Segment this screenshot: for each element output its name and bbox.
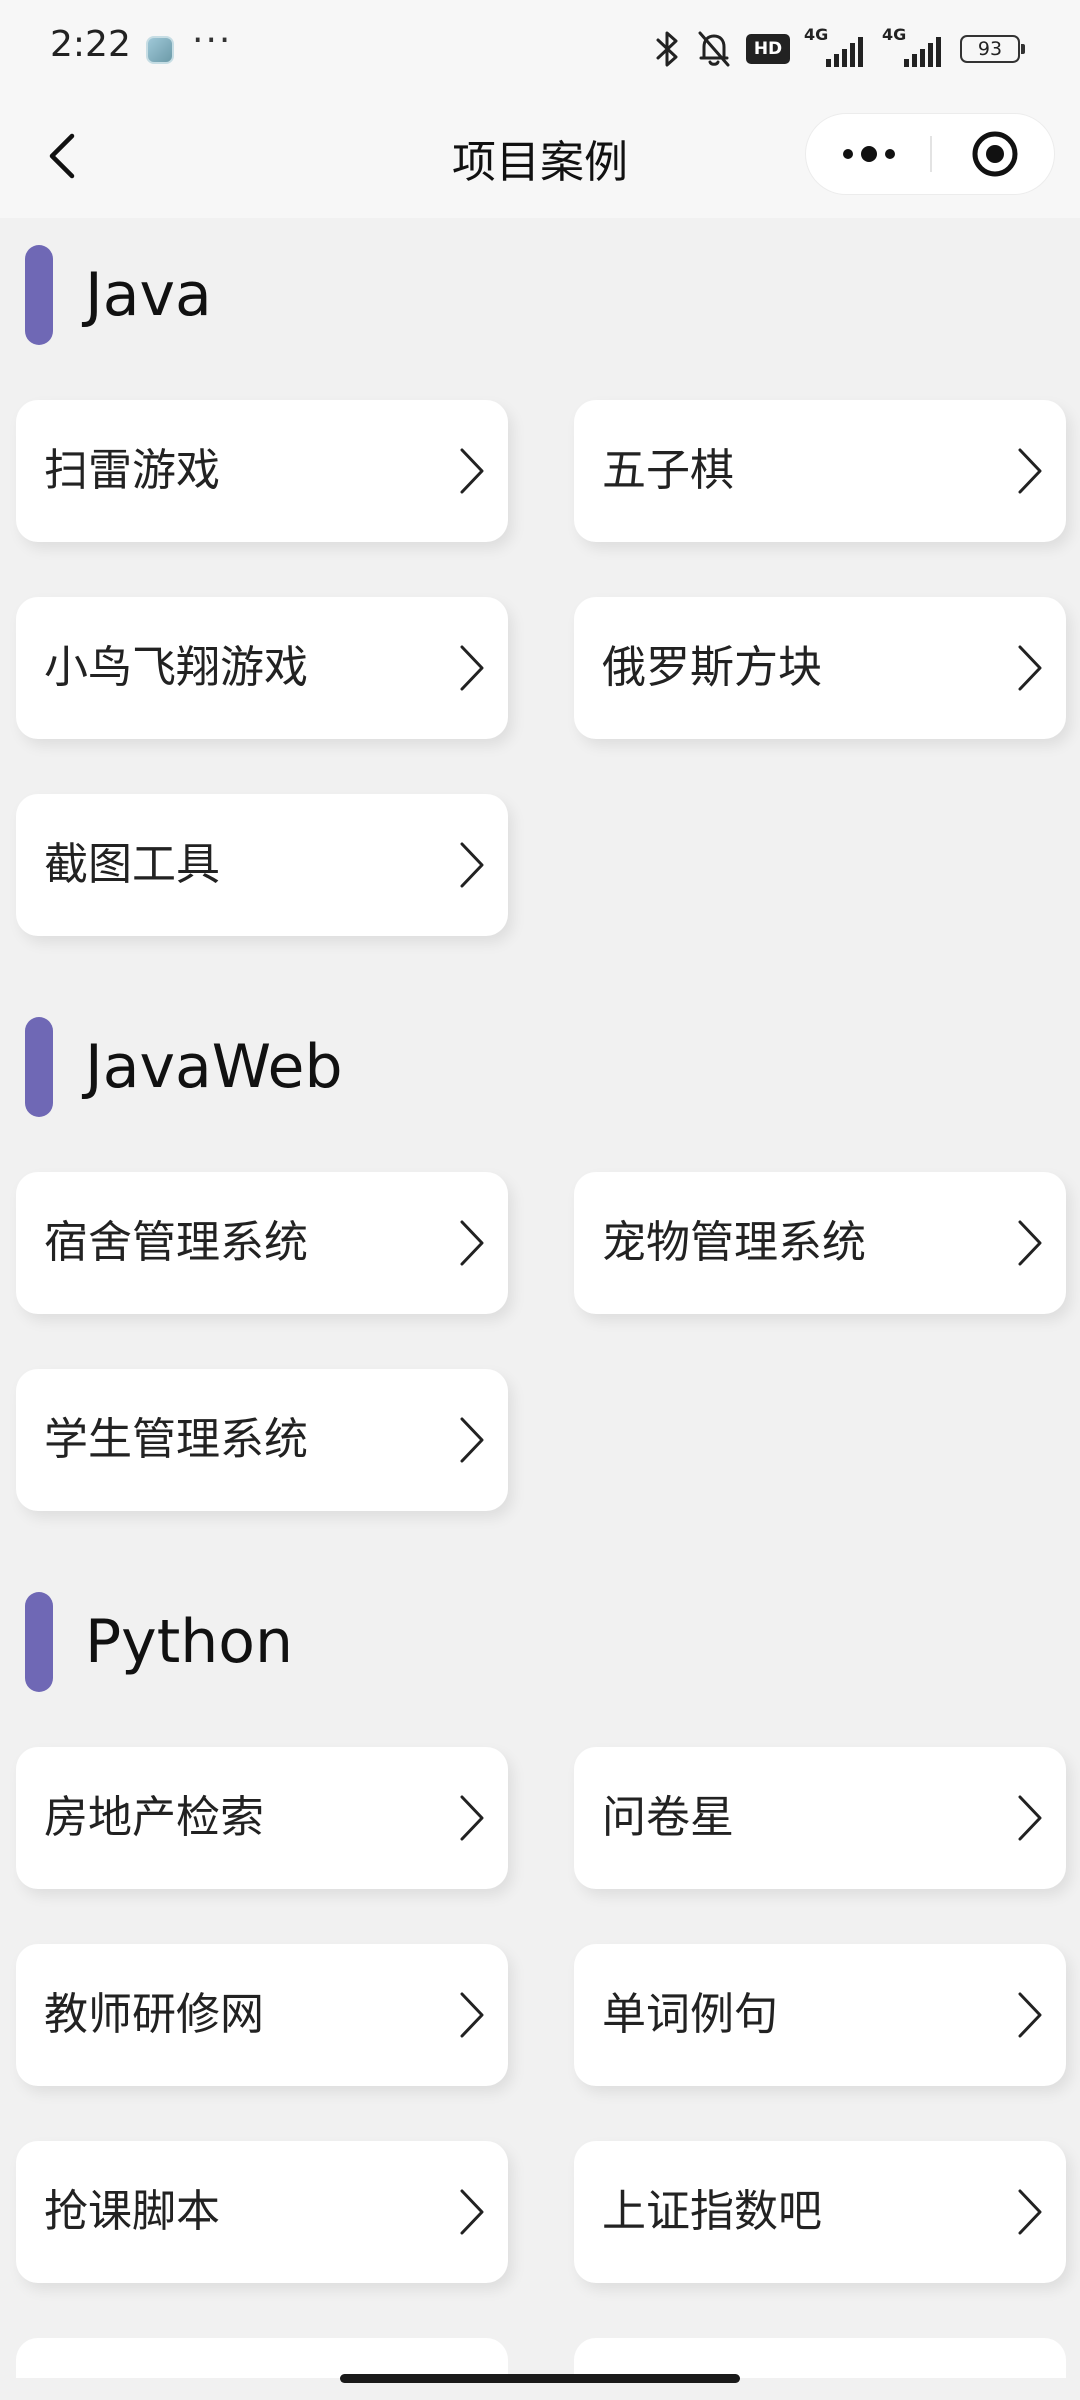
project-card[interactable]: 单词例句 [574, 1944, 1066, 2086]
chevron-right-icon [1018, 1220, 1042, 1266]
chevron-right-icon [460, 448, 484, 494]
project-card[interactable]: 宿舍管理系统 [16, 1172, 508, 1314]
project-card[interactable]: 问卷星 [574, 1747, 1066, 1889]
section-title: JavaWeb [85, 1032, 343, 1102]
project-card-label: 宿舍管理系统 [44, 1217, 308, 1268]
bluetooth-icon [656, 31, 678, 67]
signal-strength-2-icon: 4G [882, 25, 946, 69]
home-indicator[interactable] [340, 2374, 740, 2383]
project-card[interactable]: 五子棋 [574, 400, 1066, 542]
section-header-java: Java [25, 245, 625, 345]
target-circle-icon[interactable] [968, 127, 1022, 181]
chevron-right-icon [460, 1795, 484, 1841]
project-card[interactable]: 截图工具 [16, 794, 508, 936]
project-card[interactable]: 宠物管理系统 [574, 1172, 1066, 1314]
chevron-right-icon [460, 1417, 484, 1463]
battery-icon: 93 [960, 35, 1025, 63]
project-card-label: 上证指数吧 [602, 2186, 822, 2237]
section-accent-bar [25, 1017, 53, 1117]
project-card-label: 问卷星 [602, 1792, 734, 1843]
section-header-javaweb: JavaWeb [25, 1017, 625, 1117]
battery-level: 93 [977, 38, 1003, 60]
chevron-right-icon [460, 1220, 484, 1266]
more-dots-icon[interactable] [836, 114, 902, 194]
section-header-python: Python [25, 1592, 625, 1692]
project-card[interactable]: 抢课脚本 [16, 2141, 508, 2283]
section-title: Python [85, 1607, 293, 1677]
chevron-right-icon [460, 1992, 484, 2038]
status-bar: 2:22 ··· HD 4G 4G 93 [0, 0, 1080, 100]
project-card-label: 抢课脚本 [44, 2186, 220, 2237]
chevron-right-icon [1018, 1992, 1042, 2038]
nav-bar: 项目案例 [0, 100, 1080, 218]
project-card-label: 单词例句 [602, 1989, 778, 2040]
signal-strength-1-icon: 4G [804, 25, 868, 69]
capsule-divider [930, 136, 932, 172]
status-icons: HD 4G 4G 93 [654, 25, 1025, 72]
project-card[interactable]: 房地产检索 [16, 1747, 508, 1889]
status-time: 2:22 [50, 24, 131, 65]
project-card[interactable]: 小鸟飞翔游戏 [16, 597, 508, 739]
mini-program-capsule [805, 113, 1055, 195]
project-card-label: 宠物管理系统 [602, 1217, 866, 1268]
app-notification-icon [146, 36, 174, 64]
section-accent-bar [25, 245, 53, 345]
bell-muted-icon [698, 31, 730, 67]
chevron-right-icon [460, 842, 484, 888]
project-card-label: 教师研修网 [44, 1989, 264, 2040]
project-card[interactable]: 学生管理系统 [16, 1369, 508, 1511]
project-card-label: 俄罗斯方块 [602, 642, 822, 693]
chevron-right-icon [460, 2189, 484, 2235]
project-card-partial[interactable] [16, 2338, 508, 2378]
section-accent-bar [25, 1592, 53, 1692]
project-card-label: 扫雷游戏 [44, 445, 220, 496]
section-title: Java [85, 260, 212, 330]
project-card-label: 截图工具 [44, 839, 220, 890]
hd-badge: HD [746, 34, 790, 64]
project-card[interactable]: 俄罗斯方块 [574, 597, 1066, 739]
project-card[interactable]: 教师研修网 [16, 1944, 508, 2086]
chevron-right-icon [460, 645, 484, 691]
project-card-label: 小鸟飞翔游戏 [44, 642, 308, 693]
chevron-right-icon [1018, 448, 1042, 494]
status-more-indicator: ··· [192, 20, 233, 61]
chevron-right-icon [1018, 2189, 1042, 2235]
chevron-right-icon [1018, 1795, 1042, 1841]
project-card-label: 五子棋 [602, 445, 734, 496]
project-card[interactable]: 扫雷游戏 [16, 400, 508, 542]
chevron-right-icon [1018, 645, 1042, 691]
project-card-label: 房地产检索 [44, 1792, 264, 1843]
project-card-partial[interactable] [574, 2338, 1066, 2378]
project-card-label: 学生管理系统 [44, 1414, 308, 1465]
project-card[interactable]: 上证指数吧 [574, 2141, 1066, 2283]
